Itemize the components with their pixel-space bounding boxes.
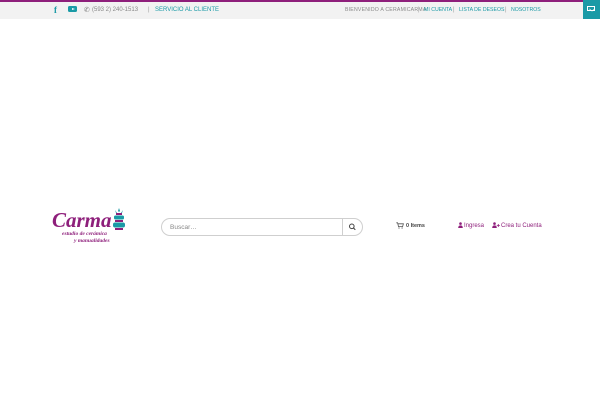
my-account-link[interactable]: MI CUENTA	[424, 2, 452, 19]
envelope-icon	[587, 6, 595, 11]
user-add-icon	[492, 222, 500, 229]
pottery-icon	[113, 208, 125, 230]
separator: |	[453, 7, 455, 13]
separator: |	[148, 7, 150, 13]
contact-mail-button[interactable]	[583, 0, 600, 19]
user-icon	[458, 222, 463, 229]
phone-icon: ✆	[84, 7, 90, 14]
about-link[interactable]: NOSOTROS	[511, 2, 541, 19]
facebook-icon[interactable]: f	[54, 2, 57, 19]
logo-tagline-line1: estudio de cerámica	[62, 231, 107, 237]
welcome-text: BIENVENIDO A CERAMICARMA	[345, 7, 427, 13]
search-box	[161, 218, 363, 236]
logo-wordmark: Carma	[52, 208, 112, 232]
youtube-icon[interactable]	[68, 2, 77, 19]
cart-items-count: 0 Items	[406, 223, 425, 229]
site-logo[interactable]: Carma estudio de cerámica y manualidades	[52, 207, 132, 249]
search-icon	[349, 223, 356, 231]
separator: |	[505, 7, 507, 13]
login-link[interactable]: Ingresa	[458, 221, 484, 231]
register-label: Crea tu Cuenta	[501, 223, 542, 229]
cart-icon	[396, 222, 404, 229]
search-button[interactable]	[343, 219, 362, 235]
customer-service-link[interactable]: SERVICIO AL CLIENTE	[155, 2, 219, 19]
separator: |	[418, 7, 420, 13]
logo-tagline-line2: y manualidades	[74, 238, 110, 244]
wishlist-link[interactable]: LISTA DE DESEOS	[459, 2, 504, 19]
top-bar: f ✆ (593 2) 240-1513 | SERVICIO AL CLIEN…	[0, 2, 600, 19]
register-link[interactable]: Crea tu Cuenta	[492, 221, 542, 231]
search-input[interactable]	[170, 219, 340, 235]
page: f ✆ (593 2) 240-1513 | SERVICIO AL CLIEN…	[0, 0, 600, 400]
login-label: Ingresa	[464, 223, 485, 229]
phone-number: (593 2) 240-1513	[92, 7, 139, 13]
